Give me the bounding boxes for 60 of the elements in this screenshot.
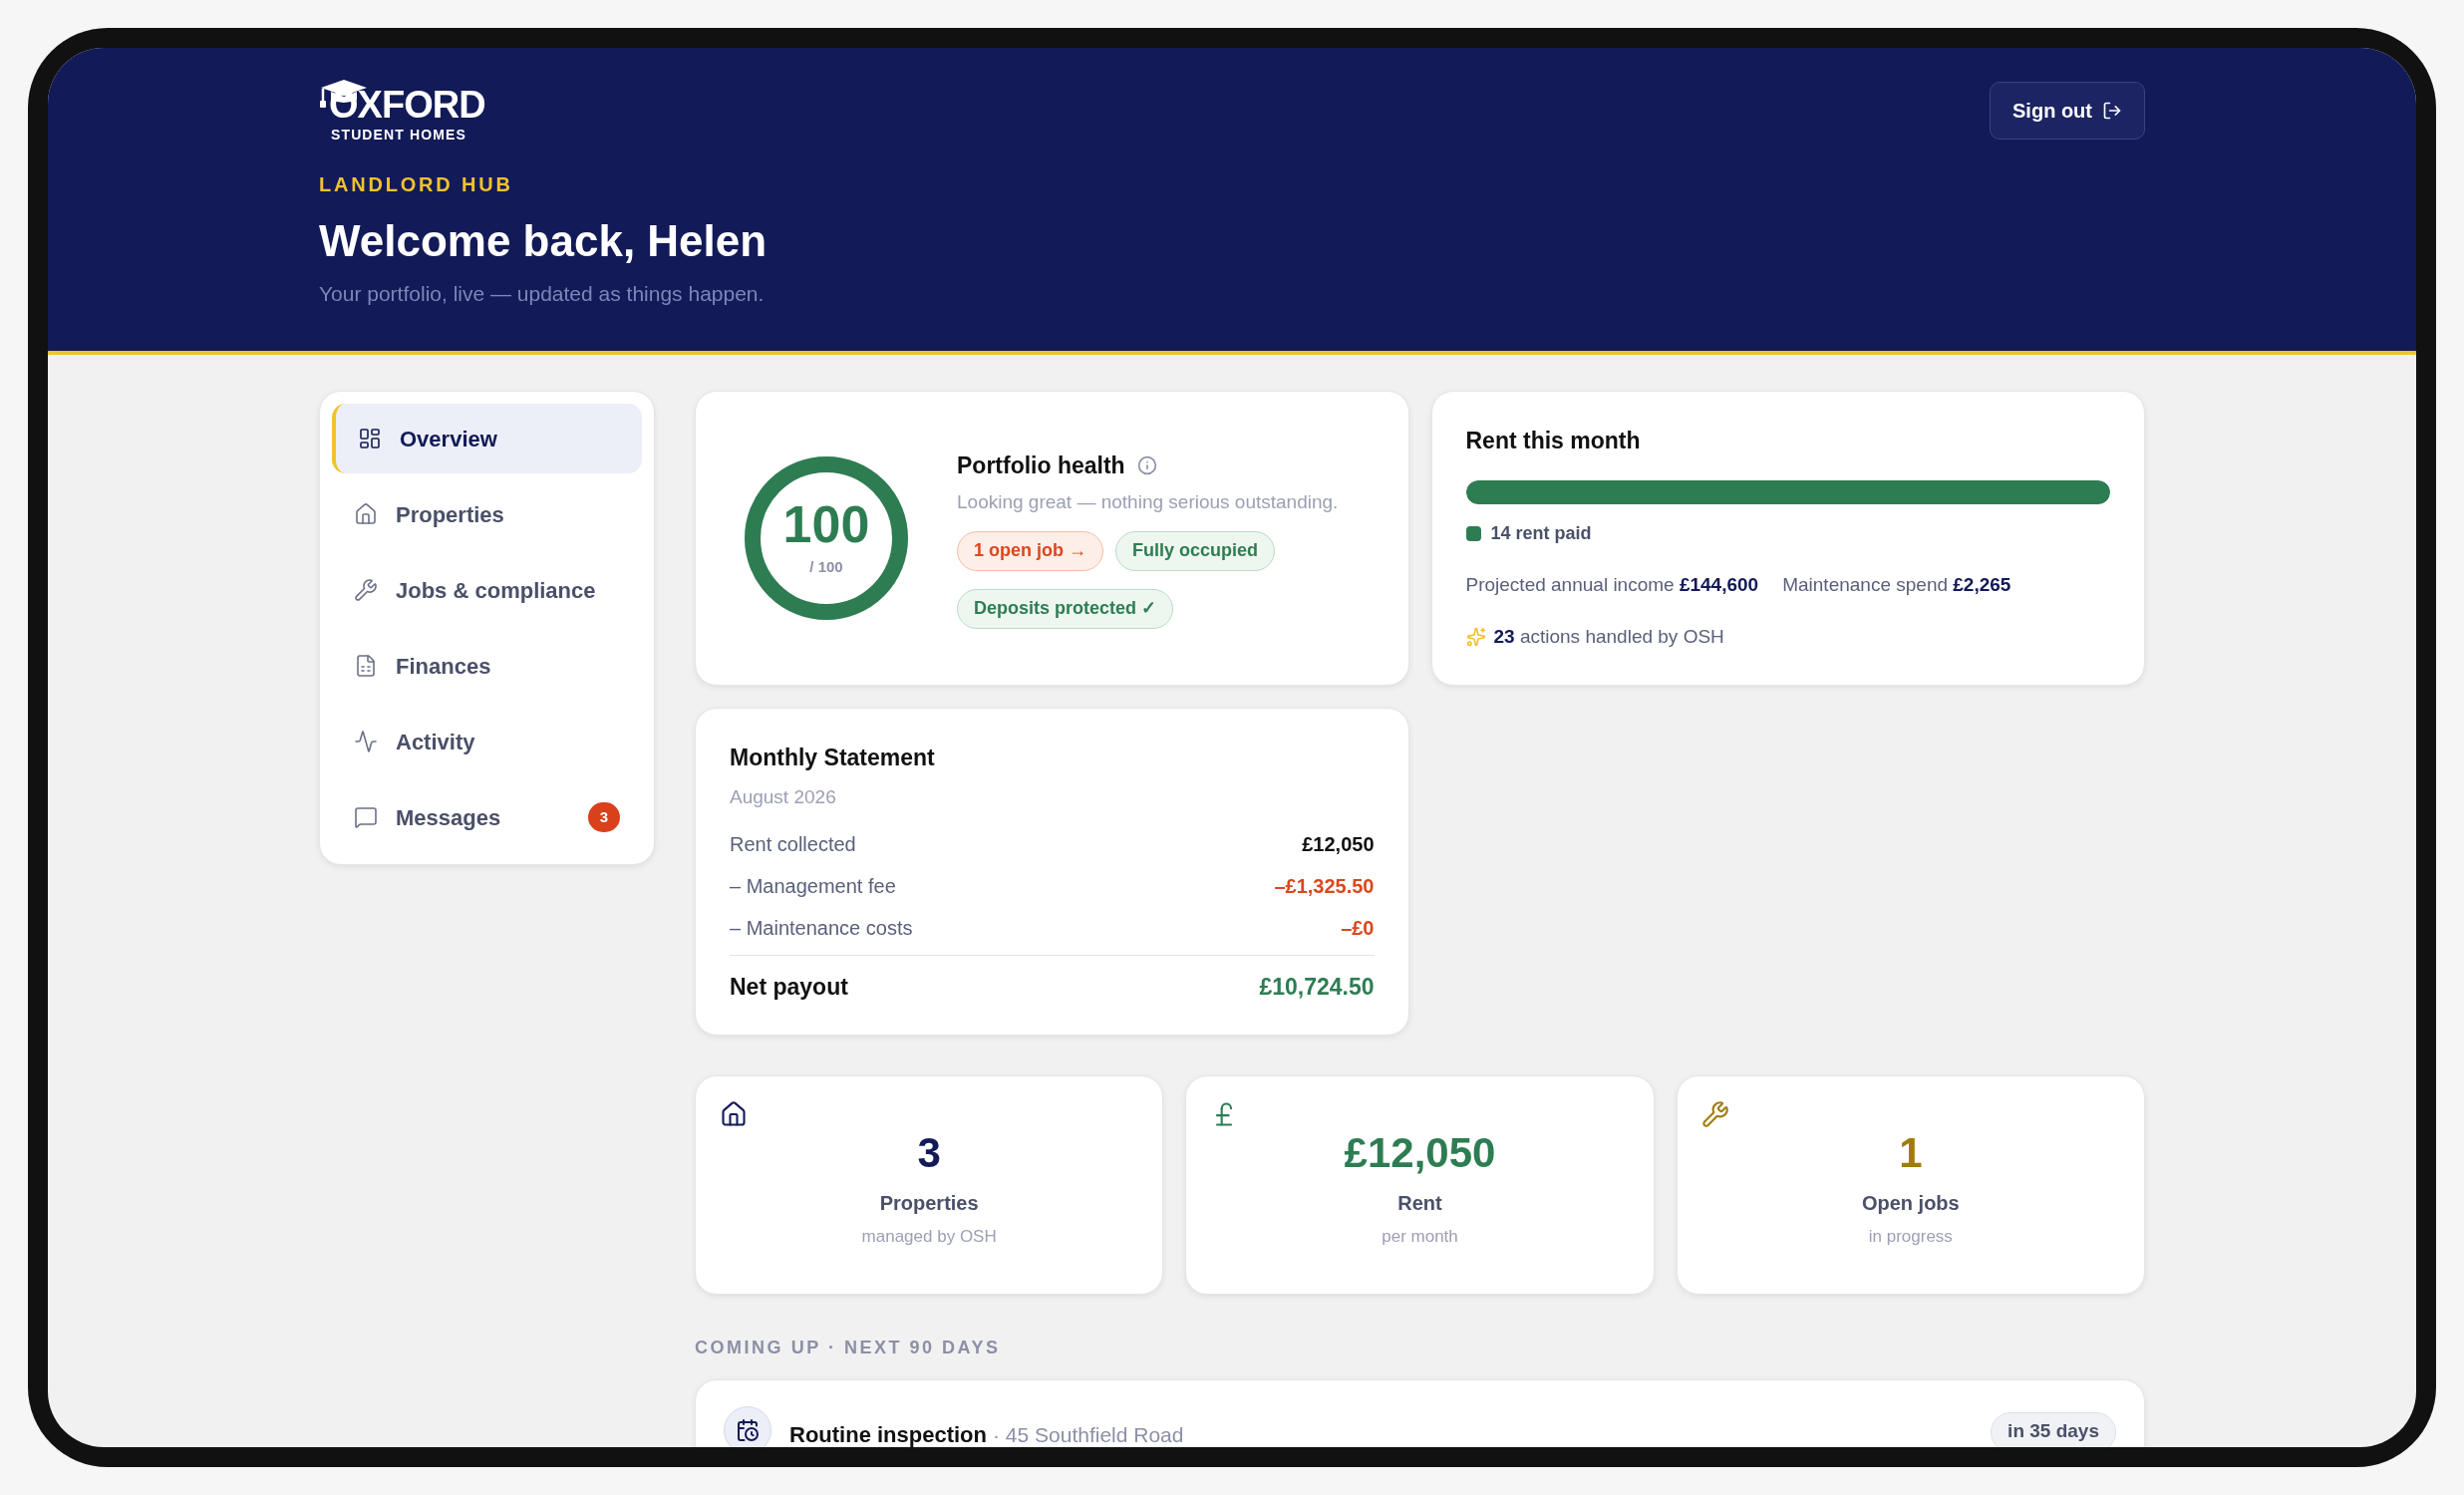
stat-note: managed by OSH: [861, 1225, 997, 1248]
nav-item[interactable]: Finances: [332, 631, 642, 701]
status-chip: Fully occupied: [1115, 530, 1276, 571]
section-eyebrow: LANDLORD HUB: [319, 172, 514, 197]
stat-note: in progress: [1868, 1225, 1953, 1248]
stat-label: Open jobs: [1861, 1190, 1960, 1216]
nav-item[interactable]: Messages 3: [332, 782, 642, 852]
wrench-icon: [1700, 1099, 1729, 1128]
home-icon: [354, 502, 378, 526]
rent-fact: Maintenance spend £2,265: [1782, 572, 2011, 597]
unread-count: 3: [588, 802, 620, 832]
nav-item[interactable]: Activity: [332, 707, 642, 776]
stat-note: per month: [1382, 1225, 1458, 1248]
legend-label: 14 rent paid: [1490, 521, 1592, 545]
sparkle-icon: [1465, 627, 1486, 648]
card-title: Rent this month: [1465, 427, 1642, 455]
calendar-clock-icon: [724, 1405, 771, 1447]
statement-label: – Management fee: [730, 874, 896, 899]
statement-label: – Maintenance costs: [730, 916, 913, 941]
stat-label: Properties: [879, 1190, 979, 1216]
nav-item[interactable]: Overview: [332, 404, 642, 473]
section-heading: COMING UP · NEXT 90 DAYS: [695, 1336, 1002, 1359]
card-title: Monthly Statement: [730, 744, 936, 772]
pulse-icon: [354, 730, 378, 753]
chat-icon: [354, 805, 378, 829]
statement-amount: £12,050: [1302, 832, 1375, 857]
total-label: Net payout: [730, 973, 848, 1002]
stat-value: £12,050: [1344, 1131, 1496, 1174]
welcome-title: Welcome back, Helen: [319, 215, 768, 267]
total-amount: £10,724.50: [1259, 973, 1375, 1002]
document-icon: [354, 654, 378, 678]
sign-out-icon: [2102, 101, 2122, 121]
health-score: 100: [782, 497, 870, 550]
stat-value: 3: [917, 1131, 941, 1174]
statement-period: August 2026: [730, 784, 837, 809]
home-icon: [720, 1099, 748, 1128]
status-chip: Deposits protected ✓: [957, 588, 1174, 629]
info-icon[interactable]: [1136, 454, 1157, 475]
upcoming-address: · 45 Southfield Road: [993, 1421, 1184, 1447]
rent-fact: Projected annual income £144,600: [1465, 572, 1759, 597]
upcoming-title: Routine inspection: [789, 1420, 987, 1447]
nav-item[interactable]: Properties: [332, 479, 642, 549]
statement-amount: –£1,325.50: [1274, 874, 1375, 899]
statement-label: Rent collected: [730, 832, 856, 857]
wrench-icon: [354, 578, 378, 602]
nav-item[interactable]: Jobs & compliance: [332, 555, 642, 625]
score-max: / 100: [809, 556, 843, 577]
stat-value: 1: [1899, 1131, 1923, 1174]
health-summary: Looking great — nothing serious outstanding.: [957, 490, 1340, 514]
grid-icon: [358, 427, 382, 450]
upcoming-item[interactable]: Routine inspection · 45 Southfield Road in 35 days: [695, 1378, 2145, 1447]
sign-out-button[interactable]: Sign out: [1990, 82, 2145, 140]
stat-label: Rent: [1397, 1190, 1442, 1216]
status-chip[interactable]: 1 open job →: [957, 530, 1103, 571]
welcome-subtitle: Your portfolio, live — updated as things happen.: [319, 281, 766, 307]
due-pill: in 35 days: [1991, 1411, 2116, 1447]
card-title: Portfolio health: [957, 450, 1125, 480]
legend-swatch: [1465, 525, 1481, 541]
actions-summary: 23 actions handled by OSH: [1493, 625, 1724, 649]
statement-amount: –£0: [1341, 916, 1375, 941]
